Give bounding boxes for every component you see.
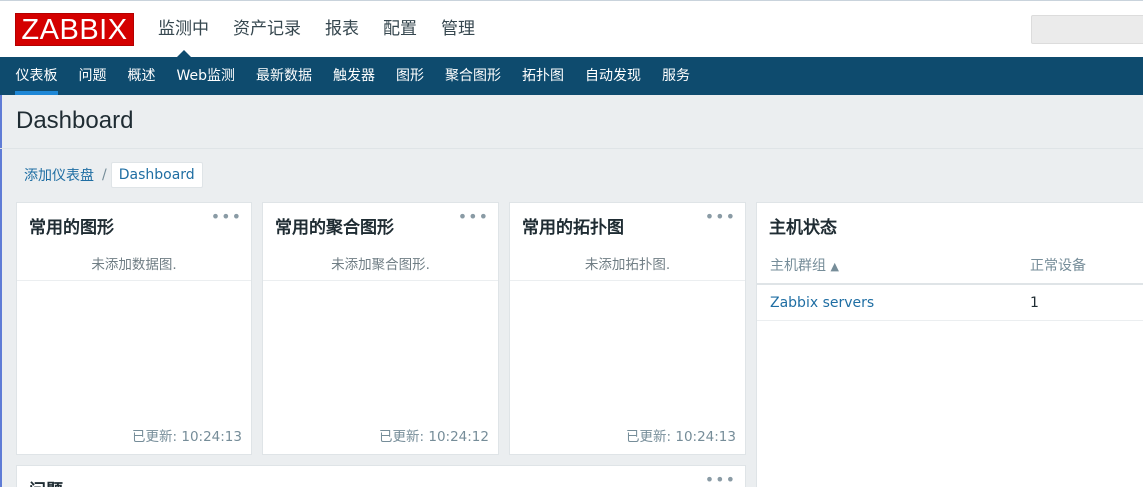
breadcrumb-add-dashboard[interactable]: 添加仪表盘 — [16, 165, 102, 185]
subnav-overview[interactable]: 概述 — [117, 57, 166, 95]
zabbix-logo[interactable]: ZABBIX — [15, 13, 134, 46]
breadcrumb: 添加仪表盘 / Dashboard — [16, 162, 203, 188]
subnav-problems[interactable]: 问题 — [68, 57, 117, 95]
widget-divider — [510, 280, 745, 281]
subnav-web[interactable]: Web监测 — [166, 57, 246, 95]
widget-favourite-screens: 常用的聚合图形 ••• 未添加聚合图形. 已更新: 10:24:12 — [262, 202, 499, 455]
widget-updated-time: 已更新: 10:24:13 — [626, 429, 736, 445]
column-ok: 正常设备 — [1030, 258, 1086, 274]
widget-title: 主机状态 — [769, 218, 837, 238]
nav-inventory[interactable]: 资产记录 — [221, 1, 313, 58]
widget-menu-icon[interactable]: ••• — [458, 209, 489, 225]
widget-updated-time: 已更新: 10:24:12 — [379, 429, 489, 445]
widget-empty-message: 未添加数据图. — [91, 257, 177, 273]
widget-empty-message: 未添加拓扑图. — [584, 257, 671, 273]
widget-title: 常用的聚合图形 — [275, 218, 394, 238]
breadcrumb-current[interactable]: Dashboard — [110, 162, 203, 188]
nav-monitoring[interactable]: 监测中 — [146, 1, 221, 58]
widget-title: 常用的图形 — [29, 218, 114, 238]
title-divider — [0, 148, 1143, 149]
table-row: Zabbix servers 1 — [757, 287, 1143, 321]
subnav-discovery[interactable]: 自动发现 — [575, 57, 652, 95]
widget-menu-icon[interactable]: ••• — [705, 472, 736, 487]
widget-favourite-maps: 常用的拓扑图 ••• 未添加拓扑图. 已更新: 10:24:13 — [509, 202, 746, 455]
nav-configuration[interactable]: 配置 — [371, 1, 429, 58]
subnav-triggers[interactable]: 触发器 — [323, 57, 386, 95]
ok-count: 1 — [1030, 295, 1039, 311]
widget-menu-icon[interactable]: ••• — [211, 209, 242, 225]
widget-problems: 问题 ••• — [16, 465, 746, 487]
nav-reports[interactable]: 报表 — [313, 1, 371, 58]
subnav-graphs[interactable]: 图形 — [386, 57, 435, 95]
nav-administration[interactable]: 管理 — [429, 1, 487, 58]
subnav-services[interactable]: 服务 — [652, 57, 701, 95]
widget-menu-icon[interactable]: ••• — [705, 209, 736, 225]
widget-updated-time: 已更新: 10:24:13 — [132, 429, 242, 445]
widget-favourite-graphs: 常用的图形 ••• 未添加数据图. 已更新: 10:24:13 — [16, 202, 252, 455]
column-host-group[interactable]: 主机群组 ▲ — [770, 255, 839, 275]
breadcrumb-separator: / — [102, 167, 107, 183]
main-nav: 监测中 资产记录 报表 配置 管理 — [146, 1, 487, 58]
sub-nav: 仪表板 问题 概述 Web监测 最新数据 触发器 图形 聚合图形 拓扑图 自动发… — [0, 57, 1143, 95]
table-header: 主机群组 ▲ 正常设备 — [757, 249, 1143, 285]
search-input[interactable] — [1031, 15, 1143, 44]
widget-divider — [263, 280, 498, 281]
widget-empty-message: 未添加聚合图形. — [331, 257, 430, 273]
widget-title: 问题 — [29, 476, 63, 487]
host-group-link[interactable]: Zabbix servers — [770, 295, 874, 311]
widget-host-status: 主机状态 主机群组 ▲ 正常设备 Zabbix servers 1 — [756, 202, 1143, 487]
subnav-latest-data[interactable]: 最新数据 — [246, 57, 323, 95]
sort-asc-icon: ▲ — [830, 260, 839, 273]
subnav-screens[interactable]: 聚合图形 — [435, 57, 512, 95]
widget-title: 常用的拓扑图 — [522, 218, 624, 238]
subnav-dashboard[interactable]: 仪表板 — [5, 57, 68, 95]
subnav-maps[interactable]: 拓扑图 — [512, 57, 575, 95]
top-header: ZABBIX 监测中 资产记录 报表 配置 管理 — [0, 0, 1143, 58]
page-title: Dashboard — [16, 107, 134, 134]
widget-divider — [17, 280, 251, 281]
